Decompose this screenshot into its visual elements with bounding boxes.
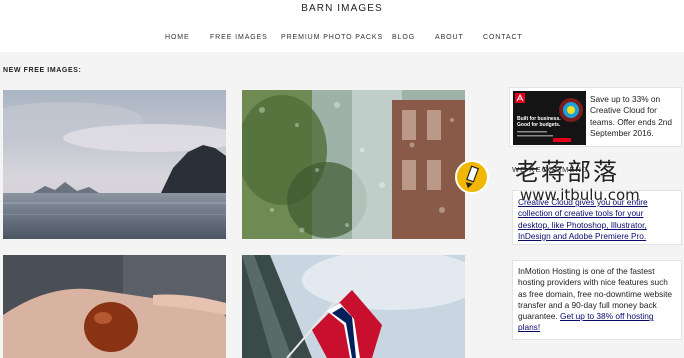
section-title: NEW FREE IMAGES:	[3, 67, 82, 74]
photo-raindrops-window[interactable]	[242, 90, 465, 239]
pencil-badge-icon	[455, 160, 489, 194]
nav-contact[interactable]: CONTACT	[483, 34, 523, 41]
main-nav: HOME FREE IMAGES PREMIUM PHOTO PACKS BLO…	[0, 34, 684, 46]
recommend-item-inmotion: InMotion Hosting is one of the fastest h…	[512, 260, 682, 340]
ad-banner-line-2: Good for budgets.	[517, 122, 561, 128]
photo-hand-chestnut[interactable]	[3, 255, 226, 358]
nav-premium-photo-packs[interactable]: PREMIUM PHOTO PACKS	[281, 34, 383, 41]
nav-about[interactable]: ABOUT	[435, 34, 464, 41]
lake-mountains-image	[3, 90, 226, 239]
pencil-icon	[465, 165, 480, 189]
nav-free-images[interactable]: FREE IMAGES	[210, 34, 268, 41]
nav-blog[interactable]: BLOG	[392, 34, 415, 41]
photo-norwegian-flag[interactable]	[242, 255, 465, 358]
norwegian-flag-image	[242, 255, 465, 358]
hand-chestnut-image	[3, 255, 226, 358]
site-logo[interactable]: BARN IMAGES	[0, 3, 684, 14]
ad-text: Save up to 33% on Creative Cloud for tea…	[590, 94, 672, 138]
raindrops-window-image	[242, 90, 465, 239]
watermark-url: www.itbulu.com	[520, 186, 640, 204]
photo-lake-mountains[interactable]	[3, 90, 226, 239]
nav-home[interactable]: HOME	[165, 34, 190, 41]
creative-cloud-ad-banner[interactable]: Built for business. Good for budgets.	[513, 91, 586, 145]
watermark-chinese: 老蒋部落	[515, 158, 619, 186]
site-header: BARN IMAGES HOME FREE IMAGES PREMIUM PHO…	[0, 0, 684, 52]
sidebar-ad: Built for business. Good for budgets. Sa…	[509, 87, 682, 147]
